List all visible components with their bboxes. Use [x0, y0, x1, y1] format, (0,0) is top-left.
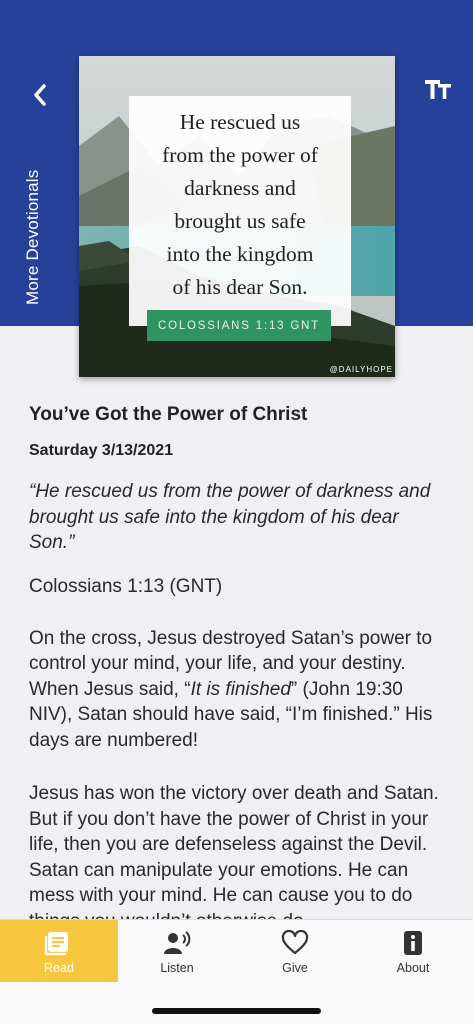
- chevron-left-icon: [34, 84, 46, 106]
- watermark: @DAILYHOPE: [329, 365, 393, 374]
- tab-label: Listen: [160, 961, 194, 975]
- heart-icon: [281, 930, 309, 955]
- devotional-title: You’ve Got the Power of Christ: [29, 404, 308, 425]
- tab-listen[interactable]: Listen: [118, 920, 236, 982]
- more-devotionals-link[interactable]: More Devotionals: [23, 170, 43, 305]
- info-icon: [404, 931, 422, 955]
- tab-read[interactable]: Read: [0, 920, 118, 982]
- verse-line: darkness and: [184, 176, 296, 200]
- verse-line: into the kingdom: [166, 242, 314, 266]
- back-button[interactable]: [26, 80, 54, 110]
- home-indicator[interactable]: [152, 1008, 321, 1014]
- verse-line: from the power of: [162, 143, 318, 167]
- verse-image: He rescued us from the power of darkness…: [79, 56, 395, 377]
- verse-line: of his dear Son.: [172, 275, 308, 299]
- paragraph: Jesus has won the victory over death and…: [29, 783, 439, 932]
- tab-label: Read: [44, 961, 74, 975]
- paragraph: On the cross, Jesus destroyed Satan’s po…: [29, 626, 449, 754]
- text-size-button[interactable]: [424, 76, 454, 104]
- verse-line: He rescued us: [179, 110, 301, 134]
- verse-card: He rescued us from the power of darkness…: [129, 96, 351, 326]
- scripture-reference: Colossians 1:13 (GNT): [29, 575, 223, 597]
- book-icon: [45, 932, 68, 956]
- scripture-quote: “He rescued us from the power of darknes…: [29, 481, 431, 553]
- verse-line: brought us safe: [174, 209, 306, 233]
- devotional-content: You’ve Got the Power of Christ Saturday …: [29, 404, 449, 934]
- tab-label: Give: [282, 961, 308, 975]
- tab-label: About: [396, 961, 430, 975]
- verse-text: He rescued us from the power of darkness…: [135, 106, 345, 304]
- listen-icon: [164, 931, 191, 954]
- verse-reference-badge: COLOSSIANS 1:13 GNT: [147, 310, 331, 341]
- tab-bar: Read Listen Give About: [0, 919, 473, 1024]
- paragraph-italic-text: It is finished: [190, 678, 291, 700]
- tab-give[interactable]: Give: [236, 920, 354, 982]
- text-size-icon: [425, 80, 451, 99]
- tab-about[interactable]: About: [354, 920, 472, 982]
- devotional-date: Saturday 3/13/2021: [29, 442, 174, 459]
